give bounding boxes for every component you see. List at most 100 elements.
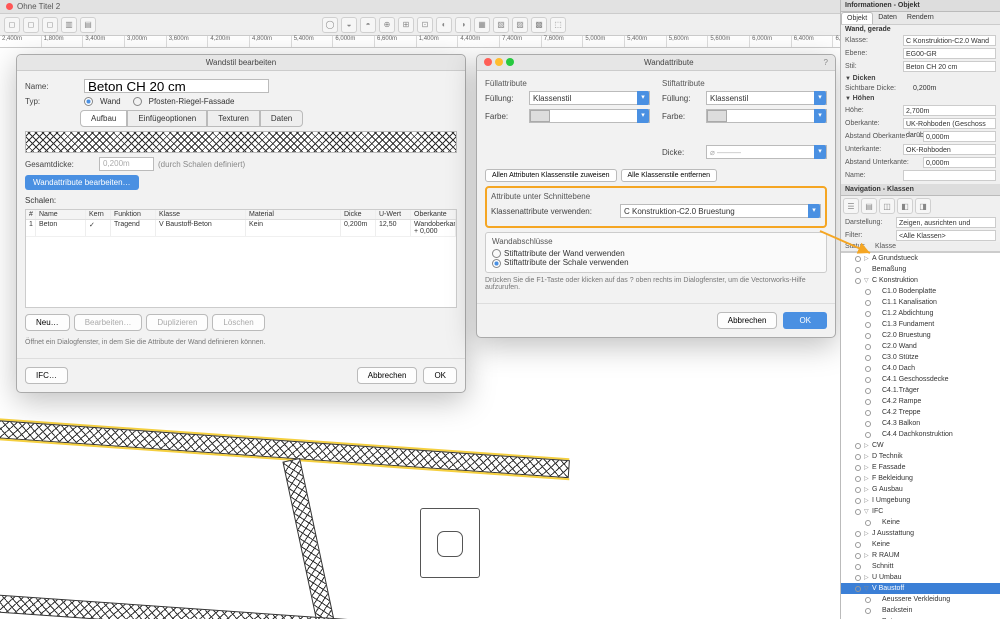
- top-field[interactable]: UK-Rohboden (Geschoss darüber): [903, 118, 996, 129]
- tool-button[interactable]: ◓: [360, 17, 376, 33]
- tool-button[interactable]: ◻: [4, 17, 20, 33]
- tree-item[interactable]: Aeussere Verkleidung: [841, 594, 1000, 605]
- pen-color-combo[interactable]: ▾: [706, 109, 827, 123]
- style-field[interactable]: Beton CH 20 cm: [903, 61, 996, 72]
- cancel-button[interactable]: Abbrechen: [357, 367, 418, 384]
- tab-objekt[interactable]: Objekt: [841, 12, 873, 24]
- tree-item[interactable]: ▷U Umbau: [841, 572, 1000, 583]
- class-attrs-combo[interactable]: C Konstruktion-C2.0 Bruestung▾: [620, 204, 821, 218]
- ifc-button[interactable]: IFC…: [25, 367, 68, 384]
- tool-button[interactable]: ▤: [80, 17, 96, 33]
- nav-tool[interactable]: ▤: [861, 198, 877, 214]
- tab-aufbau[interactable]: Aufbau: [80, 110, 127, 127]
- close-icon[interactable]: [484, 58, 492, 66]
- tree-item[interactable]: C2.0 Bruestung: [841, 330, 1000, 341]
- tool-button[interactable]: ⊞: [398, 17, 414, 33]
- edit-wall-attrs-button[interactable]: Wandattribute bearbeiten…: [25, 175, 139, 190]
- class-field[interactable]: C Konstruktion-C2.0 Wand: [903, 35, 996, 46]
- tree-item[interactable]: C1.2 Abdichtung: [841, 308, 1000, 319]
- tool-button[interactable]: ⬚: [550, 17, 566, 33]
- type-wall-radio[interactable]: [84, 97, 93, 106]
- cancel-button[interactable]: Abbrechen: [717, 312, 778, 329]
- tree-item[interactable]: C4.1 Geschossdecke: [841, 374, 1000, 385]
- tool-button[interactable]: ▥: [61, 17, 77, 33]
- bottom-field[interactable]: OK-Rohboden: [903, 144, 996, 155]
- tree-item[interactable]: Backstein: [841, 605, 1000, 616]
- tab-rendern[interactable]: Rendern: [902, 12, 939, 24]
- tree-item[interactable]: C2.0 Wand: [841, 341, 1000, 352]
- tree-item[interactable]: ▽C Konstruktion: [841, 275, 1000, 286]
- wall-pen-radio[interactable]: [492, 249, 501, 258]
- tree-item[interactable]: ▷F Bekleidung: [841, 473, 1000, 484]
- tree-item[interactable]: ▷R RAUM: [841, 550, 1000, 561]
- section-dicken[interactable]: Dicken: [841, 73, 1000, 84]
- tool-button[interactable]: ◯: [322, 17, 338, 33]
- duplicate-button[interactable]: Duplizieren: [146, 314, 208, 331]
- tool-button[interactable]: ◻: [23, 17, 39, 33]
- remove-all-button[interactable]: Alle Klassenstile entfernen: [621, 169, 718, 182]
- tool-button[interactable]: ⊕: [379, 17, 395, 33]
- thickness-combo[interactable]: ⌀ ———▾: [706, 145, 827, 159]
- class-tree[interactable]: ▷A GrundstueckBemaßung▽C KonstruktionC1.…: [841, 252, 1000, 619]
- tree-item[interactable]: ▽IFC: [841, 506, 1000, 517]
- close-icon[interactable]: [6, 3, 13, 10]
- name-input[interactable]: [84, 79, 269, 93]
- delete-button[interactable]: Löschen: [212, 314, 264, 331]
- tool-button[interactable]: ▦: [474, 17, 490, 33]
- tree-item[interactable]: C4.3 Balkon: [841, 418, 1000, 429]
- ok-button[interactable]: OK: [423, 367, 457, 384]
- layer-field[interactable]: EG00-GR: [903, 48, 996, 59]
- ok-button[interactable]: OK: [783, 312, 827, 329]
- tool-button[interactable]: ⊡: [417, 17, 433, 33]
- tree-item[interactable]: C3.0 Stütze: [841, 352, 1000, 363]
- tree-item[interactable]: C1.0 Bodenplatte: [841, 286, 1000, 297]
- tree-item[interactable]: C4.4 Dachkonstruktion: [841, 429, 1000, 440]
- tab-texturen[interactable]: Texturen: [207, 110, 260, 127]
- tree-item[interactable]: C4.1.Träger: [841, 385, 1000, 396]
- tree-item[interactable]: Keine: [841, 539, 1000, 550]
- tool-button[interactable]: ◑: [455, 17, 471, 33]
- tree-item[interactable]: Bemaßung: [841, 264, 1000, 275]
- tool-button[interactable]: ◻: [42, 17, 58, 33]
- tree-item[interactable]: ▷A Grundstueck: [841, 253, 1000, 264]
- edit-button[interactable]: Bearbeiten…: [74, 314, 143, 331]
- assign-all-button[interactable]: Allen Attributen Klassenstile zuweisen: [485, 169, 617, 182]
- tree-item[interactable]: C1.3 Fundament: [841, 319, 1000, 330]
- tree-item[interactable]: ▷CW: [841, 440, 1000, 451]
- fill-color-combo[interactable]: ▾: [529, 109, 650, 123]
- tree-item[interactable]: ▷G Ausbau: [841, 484, 1000, 495]
- nav-tool[interactable]: ◫: [879, 198, 895, 214]
- nav-tool[interactable]: ◧: [897, 198, 913, 214]
- nav-tool[interactable]: ◨: [915, 198, 931, 214]
- tree-item[interactable]: C4.2 Treppe: [841, 407, 1000, 418]
- tool-button[interactable]: ▨: [512, 17, 528, 33]
- new-button[interactable]: Neu…: [25, 314, 70, 331]
- tool-button[interactable]: ◐: [436, 17, 452, 33]
- tree-item[interactable]: ▷J Ausstattung: [841, 528, 1000, 539]
- tab-daten[interactable]: Daten: [873, 12, 902, 24]
- tree-item[interactable]: ▽V Baustoff: [841, 583, 1000, 594]
- shells-table[interactable]: #NameKernFunktionKlasseMaterialDickeU-We…: [25, 209, 457, 308]
- tab-daten[interactable]: Daten: [260, 110, 303, 127]
- tool-button[interactable]: ▩: [531, 17, 547, 33]
- minimize-icon[interactable]: [495, 58, 503, 66]
- tree-item[interactable]: ▷D Technik: [841, 451, 1000, 462]
- tree-item[interactable]: C4.2 Rampe: [841, 396, 1000, 407]
- fill-combo[interactable]: Klassenstil▾: [529, 91, 650, 105]
- tree-item[interactable]: ▷E Fassade: [841, 462, 1000, 473]
- shell-pen-radio[interactable]: [492, 259, 501, 268]
- tab-einfuege[interactable]: Einfügeoptionen: [127, 110, 207, 127]
- height-field[interactable]: 2,700m: [903, 105, 996, 116]
- tree-item[interactable]: C1.1 Kanalisation: [841, 297, 1000, 308]
- tool-button[interactable]: ▧: [493, 17, 509, 33]
- tree-item[interactable]: Keine: [841, 517, 1000, 528]
- tool-button[interactable]: ◒: [341, 17, 357, 33]
- tree-item[interactable]: C4.0 Dach: [841, 363, 1000, 374]
- drawing-object[interactable]: [420, 508, 480, 578]
- type-curtain-radio[interactable]: [133, 97, 142, 106]
- help-icon[interactable]: ?: [824, 58, 828, 67]
- obj-name-field[interactable]: [903, 170, 996, 181]
- zoom-icon[interactable]: [506, 58, 514, 66]
- nav-tool[interactable]: ☰: [843, 198, 859, 214]
- pen-combo[interactable]: Klassenstil▾: [706, 91, 827, 105]
